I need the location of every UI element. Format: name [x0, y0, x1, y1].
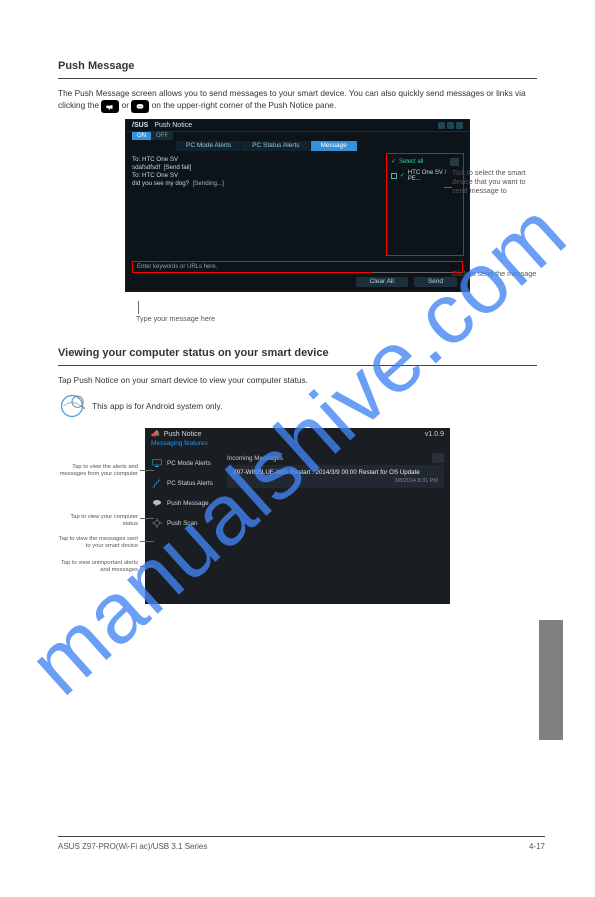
sidebar-push-scan[interactable]: Push Scan	[145, 513, 221, 533]
callout-text: Tap to view the messages sent to your sm…	[58, 536, 138, 550]
mobile-body: Tap Push Notice on your smart device to …	[58, 374, 537, 386]
app-version: v1.0.9	[425, 431, 444, 438]
push-message-body: The Push Message screen allows you to se…	[58, 87, 537, 113]
bubble-icon	[151, 497, 163, 509]
tab-message[interactable]: Message	[311, 141, 357, 151]
msg-date: 3/8/2014 8:31 PM	[233, 478, 438, 484]
messaging-features-link[interactable]: Messaging features	[145, 440, 450, 449]
callout-text: Type your message here	[136, 314, 215, 323]
window-controls	[438, 122, 463, 129]
monitor-icon	[151, 457, 163, 469]
select-all-label[interactable]: Select all	[399, 159, 423, 165]
msg-text: Z97-WINBLUE-X65: Restart : 2014/3/9 00:0…	[233, 469, 438, 476]
txt: on the upper-right corner of the Push No…	[152, 100, 337, 110]
send-button[interactable]: Send	[414, 277, 457, 287]
message-item[interactable]: Z97-WINBLUE-X65: Restart : 2014/3/9 00:0…	[227, 465, 444, 488]
callout-text: Tap to view the alerts and messages from…	[58, 464, 138, 478]
callout-text: Tick to select the smart device that you…	[452, 168, 537, 195]
divider	[58, 78, 537, 79]
status-icon	[151, 477, 163, 489]
note-row: This app is for Android system only.	[58, 392, 537, 420]
divider	[58, 365, 537, 366]
toggle-off[interactable]: OFF	[151, 132, 173, 140]
txt: or	[122, 100, 132, 110]
push-notice-desktop-app: /SUS Push Notice ON OFF PC Mode Alerts P…	[125, 119, 470, 292]
mobile-heading: Viewing your computer status on your sma…	[58, 347, 537, 359]
footer-left: ASUS Z97-PRO(Wi-Fi ac)/USB 3.1 Series	[58, 842, 207, 851]
push-notice-mobile-app: 📣 Push Notice v1.0.9 Messaging features …	[145, 428, 450, 604]
tab-pc-mode-alerts[interactable]: PC Mode Alerts	[176, 141, 241, 151]
chat-history: To: HTC One SV sdafsdfsdf [Send fail] To…	[126, 151, 386, 261]
note-text: This app is for Android system only.	[92, 401, 222, 411]
footer-right: 4-17	[529, 842, 545, 851]
app-title: Push Notice	[154, 122, 192, 129]
device-checkbox[interactable]	[391, 173, 397, 179]
tab-pc-status-alerts[interactable]: PC Status Alerts	[242, 141, 309, 151]
callout-text: Tap to view unimportant alerts and messa…	[58, 560, 138, 574]
trash-icon[interactable]	[432, 453, 444, 463]
sidebar-pc-status-alerts[interactable]: PC Status Alerts	[145, 473, 221, 493]
toggle-on[interactable]: ON	[132, 132, 151, 140]
callout-text: Click to send the message	[452, 269, 542, 278]
callout-text: Tap to view your computer status	[58, 514, 138, 528]
edit-icon[interactable]	[450, 158, 459, 166]
sidebar-push-message[interactable]: Push Message	[145, 493, 221, 513]
target-icon	[151, 517, 163, 529]
clear-all-button[interactable]: Clear All	[356, 277, 408, 287]
sidebar-pc-mode-alerts[interactable]: PC Mode Alerts	[145, 453, 221, 473]
app-title: Push Notice	[164, 431, 202, 438]
chat-to: To: HTC One SV	[132, 156, 380, 163]
brand-logo: /SUS	[132, 122, 148, 129]
chat-to: To: HTC One SV	[132, 172, 380, 179]
incoming-header: Incoming Messages	[227, 455, 283, 462]
note-icon	[58, 392, 86, 420]
push-message-heading: Push Message	[58, 60, 537, 72]
speech-bubble-icon	[131, 100, 149, 113]
megaphone-icon: 📣	[151, 430, 160, 438]
megaphone-icon	[101, 100, 119, 113]
